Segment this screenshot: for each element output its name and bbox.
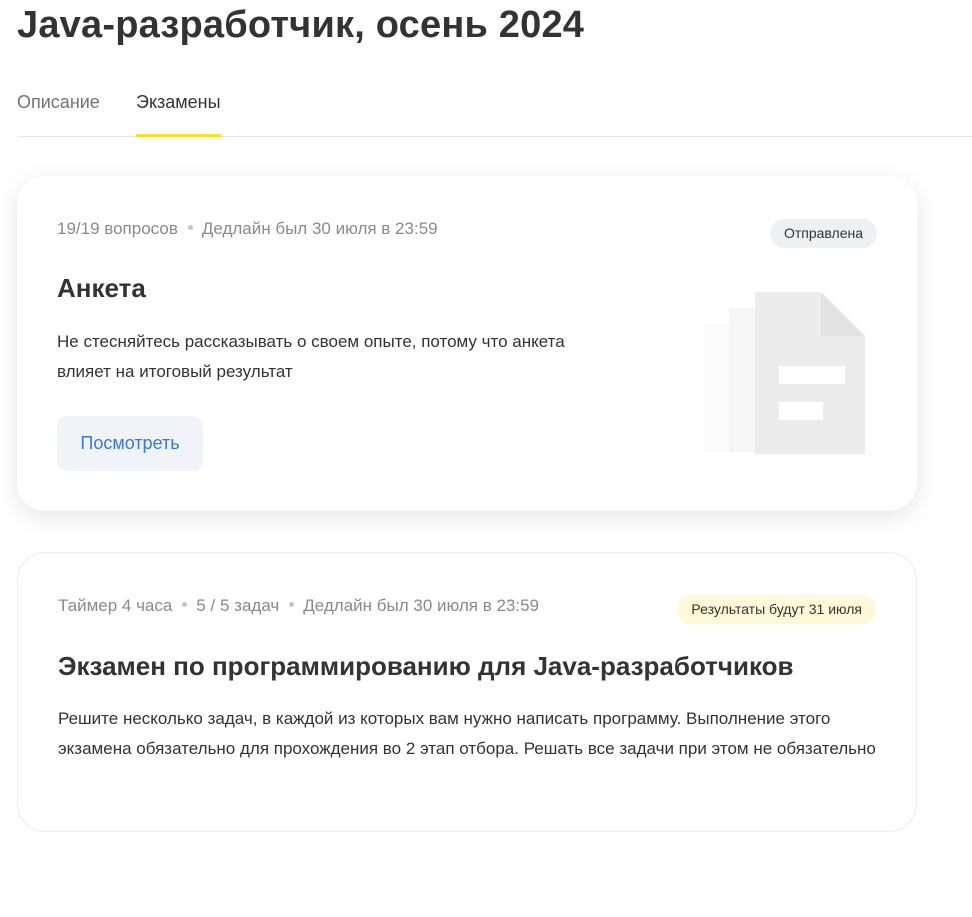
card-meta: Таймер 4 часа 5 / 5 задач Дедлайн был 30 и… <box>58 596 539 616</box>
timer-text: Таймер 4 часа <box>58 596 173 615</box>
questions-count: 19/19 вопросов <box>57 219 178 238</box>
document-stack-icon <box>703 292 865 454</box>
tab-description[interactable]: Описание <box>17 92 100 113</box>
card-description: Решите несколько задач, в каждой из кото… <box>58 709 876 758</box>
separator-dot <box>182 602 188 608</box>
view-button[interactable]: Посмотреть <box>57 416 203 471</box>
card-title: Экзамен по программированию для Java-раз… <box>58 651 794 681</box>
status-badge: Отправлена <box>769 219 877 248</box>
deadline-text: Дедлайн был 30 июля в 23:59 <box>201 219 438 238</box>
card-description: Не стесняйтесь рассказывать о своем опыт… <box>57 332 565 381</box>
questionnaire-card: 19/19 вопросов Дедлайн был 30 июля в 23:5… <box>17 176 917 511</box>
page-title: Java-разработчик, осень 2024 <box>17 4 585 46</box>
status-badge: Результаты будут 31 июля <box>677 595 876 624</box>
separator-dot <box>289 602 295 608</box>
deadline-text: Дедлайн был 30 июля в 23:59 <box>303 596 540 615</box>
tab-bar: Описание Экзамены <box>17 80 972 137</box>
exam-card[interactable]: Таймер 4 часа 5 / 5 задач Дедлайн был 30 и… <box>17 552 917 832</box>
tasks-count: 5 / 5 задач <box>196 596 280 615</box>
tab-exams[interactable]: Экзамены <box>136 92 221 137</box>
separator-dot <box>187 225 193 231</box>
card-title: Анкета <box>57 273 146 303</box>
card-meta: 19/19 вопросов Дедлайн был 30 июля в 23:5… <box>57 219 438 239</box>
page: Java-разработчик, осень 2024 Описание Эк… <box>0 0 972 917</box>
